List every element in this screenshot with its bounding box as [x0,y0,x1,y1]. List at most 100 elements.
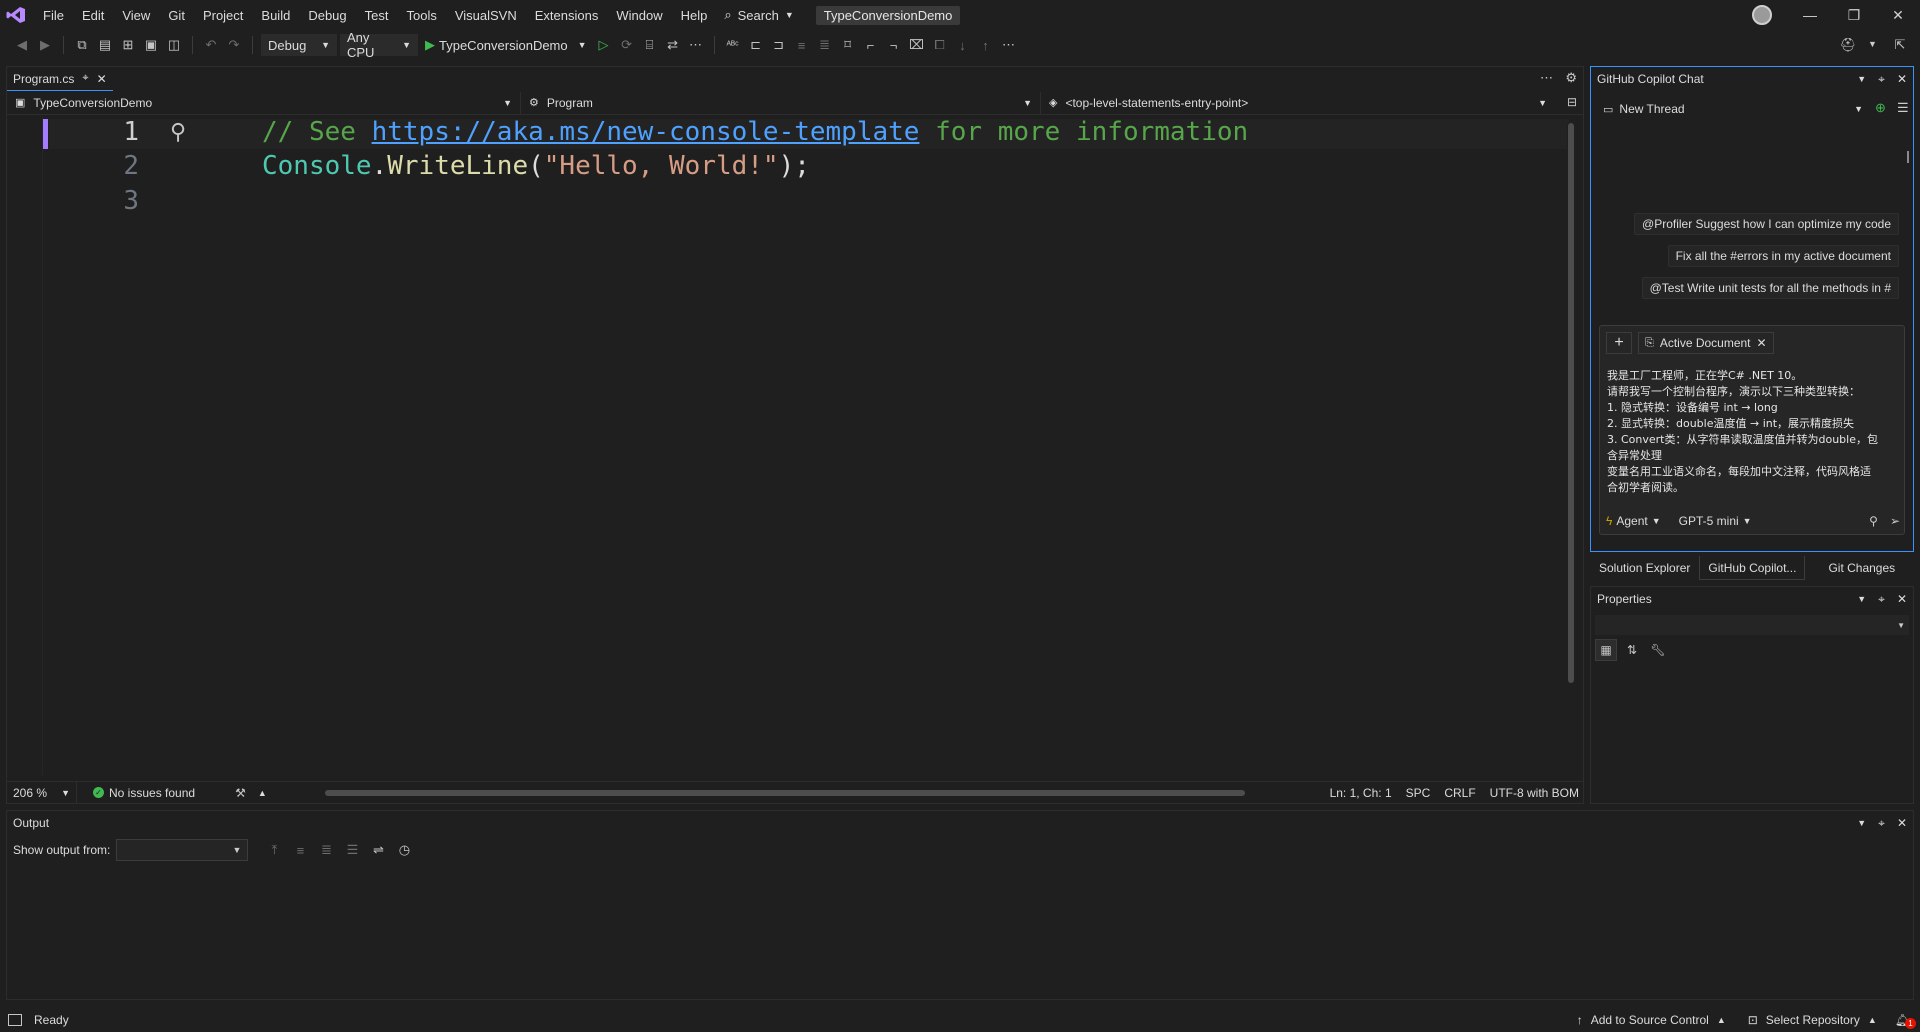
new-project-icon[interactable]: ⧉ [72,35,92,55]
tab-git-changes[interactable]: Git Changes [1819,556,1904,580]
chevron-down-icon[interactable]: ▼ [1857,818,1866,828]
alphabetical-icon[interactable]: ⇅ [1621,639,1643,661]
wrench-icon[interactable]: 🔧︎ [1647,639,1669,661]
pin-icon[interactable]: ⌖ [82,72,88,85]
sync-icon[interactable]: ⇄ [663,35,683,55]
menu-window[interactable]: Window [607,0,671,30]
undo-icon[interactable]: ↶ [201,35,221,55]
issues-indicator[interactable]: ✓ No issues found [77,786,195,800]
share-icon[interactable]: ⇱ [1890,35,1910,55]
add-context-button[interactable]: + [1606,332,1632,354]
configuration-dropdown[interactable]: Debug ▼ [261,34,337,56]
window-icon[interactable]: ⧠ [930,35,950,55]
copilot-icon[interactable]: ⛑ [1838,35,1858,55]
arrow-down-icon[interactable]: ↓ [953,35,973,55]
vertical-scrollbar[interactable] [1567,123,1575,743]
zoom-dropdown[interactable]: 206 % ▼ [7,781,77,804]
hot-reload-icon[interactable]: ⟳ [617,35,637,55]
menu-test[interactable]: Test [356,0,398,30]
browse-icon[interactable]: ⌸ [640,35,660,55]
active-document-chip[interactable]: ⎘ Active Document ✕ [1638,332,1774,354]
notifications-button[interactable]: 🔔︎ 1 [1895,1013,1916,1029]
next-bookmark-icon[interactable]: ¬ [884,35,904,55]
horizontal-scrollbar[interactable] [325,790,1245,796]
account-avatar[interactable] [1752,5,1772,25]
cursor-position[interactable]: Ln: 1, Ch: 1 [1330,786,1392,800]
new-item-icon[interactable]: ▤ [95,35,115,55]
chat-scrollbar[interactable] [1907,151,1909,163]
chevron-down-icon[interactable]: ▼ [1857,594,1866,604]
chat-input-box[interactable]: + ⎘ Active Document ✕ 我是工厂工程师，正在学C# .NET… [1599,325,1905,535]
menu-edit[interactable]: Edit [73,0,113,30]
prev-bookmark-icon[interactable]: ⌐ [861,35,881,55]
menu-view[interactable]: View [113,0,159,30]
clear-bookmarks-icon[interactable]: ⌧ [907,35,927,55]
bookmark-icon[interactable]: ⌑ [838,35,858,55]
start-debugging-button[interactable]: ▶ TypeConversionDemo ▼ [421,37,591,53]
more-icon[interactable]: ⋯ [1540,70,1553,86]
redo-icon[interactable]: ↷ [224,35,244,55]
menu-extensions[interactable]: Extensions [526,0,608,30]
menu-git[interactable]: Git [159,0,194,30]
split-icon[interactable]: ⊟ [1567,95,1577,109]
chevron-up-icon[interactable]: ▲ [1717,1015,1726,1025]
save-all-icon[interactable]: ◫ [164,35,184,55]
categorized-icon[interactable]: ▦ [1595,639,1617,661]
thread-list-icon[interactable]: ☰ [1897,100,1909,116]
close-icon[interactable]: ✕ [1897,816,1907,830]
clock-icon[interactable]: ◷ [394,840,414,860]
suggestion-write-tests[interactable]: @Test Write unit tests for all the metho… [1641,277,1899,299]
search-button[interactable]: ⌕ Search ▼ [716,7,801,23]
spell-check-icon[interactable]: ᴬᴮᶜ [723,35,743,55]
next-message-icon[interactable]: ≣ [316,840,336,860]
close-icon[interactable]: ✕ [1897,592,1907,606]
object-selector[interactable]: ▼ [1595,615,1909,635]
chevron-down-icon[interactable]: ▼ [1857,74,1866,84]
quick-action-icon[interactable]: ⚲ [170,119,186,145]
find-message-icon[interactable]: ⤒ [264,840,284,860]
start-without-debugging-icon[interactable]: ▷ [594,35,614,55]
project-dropdown[interactable]: ▣ TypeConversionDemo ▼ [7,91,521,114]
more-icon[interactable]: ⋯ [686,35,706,55]
chevron-down-icon[interactable]: ▼ [1868,39,1877,49]
pin-icon[interactable]: ⌖ [1878,592,1885,607]
line-endings[interactable]: CRLF [1444,786,1475,800]
tab-solution-explorer[interactable]: Solution Explorer [1590,556,1699,580]
chevron-up-icon[interactable]: ▲ [258,788,267,798]
menu-help[interactable]: Help [672,0,717,30]
gear-icon[interactable]: ⚙ [1565,70,1577,86]
menu-project[interactable]: Project [194,0,252,30]
pin-icon[interactable]: ⌖ [1878,816,1885,831]
platform-dropdown[interactable]: Any CPU ▼ [340,30,418,60]
tab-github-copilot[interactable]: GitHub Copilot... [1699,556,1806,580]
arrow-up-icon[interactable]: ↑ [976,35,996,55]
scrollbar-thumb[interactable] [1568,123,1574,683]
restore-button[interactable]: ❐ [1832,0,1876,30]
menu-visualsvn[interactable]: VisualSVN [446,0,526,30]
type-dropdown[interactable]: ⚙ Program ▼ [521,91,1041,114]
file-encoding[interactable]: UTF-8 with BOM [1490,786,1579,800]
forward-icon[interactable]: ▶ [35,35,55,55]
close-icon[interactable]: ✕ [97,72,107,86]
select-repository-button[interactable]: Select Repository [1766,1013,1860,1027]
back-icon[interactable]: ◀ [12,35,32,55]
whitespace-mode[interactable]: SPC [1406,786,1431,800]
menu-debug[interactable]: Debug [299,0,355,30]
menu-file[interactable]: File [34,0,73,30]
send-icon[interactable]: ➢ [1890,514,1900,528]
prompt-textarea[interactable]: 我是工厂工程师，正在学C# .NET 10。 请帮我写一个控制台程序，演示以下三… [1607,368,1901,496]
outdent-icon[interactable]: ≡ [792,35,812,55]
close-window-button[interactable]: ✕ [1876,0,1920,30]
cleanup-icon[interactable]: ⚒ [235,786,246,800]
model-dropdown[interactable]: GPT-5 mini ▼ [1679,514,1752,528]
clear-all-icon[interactable]: ☰ [342,840,362,860]
comment-icon[interactable]: ⊏ [746,35,766,55]
attach-icon[interactable]: ⚲ [1869,514,1878,528]
word-wrap-icon[interactable]: ⇌ [368,840,388,860]
more-icon[interactable]: ⋯ [999,35,1019,55]
comment-link[interactable]: https://aka.ms/new-console-template [372,117,920,147]
thread-dropdown[interactable]: ▭ New Thread ▼ [1597,97,1869,121]
menu-build[interactable]: Build [252,0,299,30]
format-icon[interactable]: ⊐ [769,35,789,55]
close-icon[interactable]: ✕ [1757,336,1767,350]
